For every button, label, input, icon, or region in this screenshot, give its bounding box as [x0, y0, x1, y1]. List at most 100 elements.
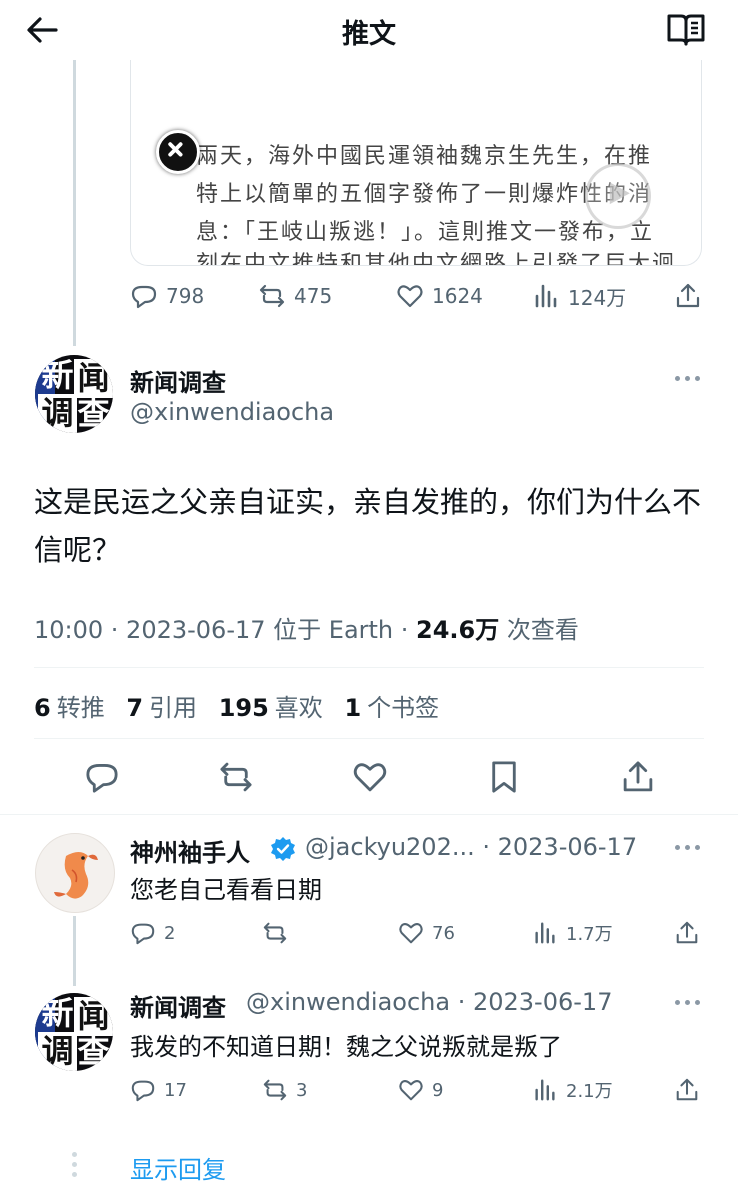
divider [34, 667, 704, 668]
retweet-button[interactable] [214, 755, 258, 799]
avatar-char: 查 [77, 394, 110, 432]
tweet-stats: 6 转推 7 引用 195 喜欢 1 个书签 [34, 688, 439, 723]
bookmark-icon [492, 761, 516, 793]
reply-author-name[interactable]: 神州袖手人 [130, 833, 250, 868]
avatar[interactable]: 新 闻 调 查 [35, 993, 113, 1071]
bookmark-stat[interactable]: 1 个书签 [344, 694, 439, 722]
views-chart-icon [535, 922, 555, 944]
author-name[interactable]: 新闻调查 [130, 363, 226, 398]
heart-icon [399, 1080, 423, 1101]
parent-action-bar: 798 475 1624 124万 [130, 276, 710, 316]
reply-author-handle[interactable]: @jackyu202... · 2023-06-17 [305, 833, 637, 861]
reply-button[interactable]: 17 [130, 1070, 187, 1110]
like-button[interactable]: 76 [398, 913, 455, 953]
reply-icon [131, 285, 157, 309]
tweet-meta: 10:00 · 2023-06-17 位于 Earth · 24.6万 次查看 [34, 610, 579, 645]
more-options-icon[interactable] [675, 998, 705, 1008]
avatar[interactable]: 新 闻 调 查 [35, 355, 113, 433]
avatar-char: 新 [41, 356, 74, 394]
avatar-char: 调 [38, 1032, 77, 1071]
retweet-icon [259, 284, 285, 308]
avatar-char: 查 [77, 1032, 110, 1070]
top-bar: 推文 [0, 0, 738, 60]
views-count: 1.7万 [566, 924, 613, 945]
play-icon[interactable] [585, 163, 651, 229]
divider [34, 738, 704, 739]
reply-icon [86, 764, 118, 793]
view-count: 24.6万 [416, 616, 500, 644]
verified-badge-icon [271, 837, 295, 861]
share-button[interactable] [674, 1070, 700, 1110]
tweet-time[interactable]: 10:00 · 2023-06-17 位于 Earth · [34, 616, 416, 644]
views-chart-icon [535, 284, 557, 308]
retweet-button[interactable] [262, 913, 296, 953]
like-button[interactable]: 1624 [396, 276, 483, 316]
page-title: 推文 [342, 19, 396, 50]
more-options-icon[interactable] [675, 843, 705, 853]
share-button[interactable] [674, 913, 700, 953]
views-count: 2.1万 [566, 1081, 613, 1102]
reply-button[interactable] [80, 755, 124, 799]
retweet-count: 475 [294, 284, 333, 308]
reader-mode-icon[interactable] [666, 12, 706, 48]
quote-stat[interactable]: 7 引用 [126, 694, 197, 722]
reply-button[interactable]: 2 [130, 913, 175, 953]
bookmark-button[interactable] [482, 755, 526, 799]
close-icon[interactable] [156, 130, 200, 174]
like-count: 76 [432, 922, 455, 944]
like-button[interactable]: 9 [398, 1070, 443, 1110]
reply-count: 798 [166, 284, 205, 308]
like-stat[interactable]: 195 喜欢 [219, 694, 323, 722]
main-action-bar [34, 755, 704, 799]
thread-line [73, 916, 76, 986]
koi-fish-icon [54, 852, 98, 899]
thread-dots [72, 1152, 77, 1182]
more-options-icon[interactable] [675, 374, 705, 384]
view-label: 次查看 [499, 616, 579, 644]
heart-icon [399, 923, 423, 944]
retweet-count: 3 [296, 1079, 308, 1101]
reply-button[interactable]: 798 [130, 276, 204, 316]
share-button[interactable] [616, 755, 660, 799]
retweet-button[interactable]: 475 [258, 276, 332, 316]
reply-count: 2 [164, 922, 176, 944]
show-replies-link[interactable]: 显示回复 [130, 1150, 226, 1185]
like-count: 1624 [432, 284, 483, 308]
avatar-char: 闻 [74, 359, 113, 398]
quoted-line: 刻在中文推特和其他中文網路上引發了巨大迴 [196, 252, 677, 266]
reply-text: 您老自己看看日期 [130, 876, 322, 904]
share-icon [676, 921, 698, 944]
views-button[interactable]: 1.7万 [532, 913, 613, 953]
views-count: 124万 [568, 285, 627, 310]
reply-author-handle[interactable]: @xinwendiaocha · 2023-06-17 [246, 988, 612, 1016]
tweet-text: 这是民运之父亲自证实，亲自发推的，你们为什么不信呢？ [34, 485, 702, 567]
reply-icon [131, 1080, 155, 1102]
avatar[interactable] [35, 833, 115, 913]
author-handle[interactable]: @xinwendiaocha [130, 398, 334, 426]
divider [0, 814, 738, 815]
reply-count: 17 [164, 1079, 187, 1101]
share-icon [676, 283, 700, 308]
retweet-icon [263, 922, 287, 944]
reply-action-bar: 2 76 1.7万 [130, 913, 710, 953]
retweet-icon [220, 762, 252, 792]
share-button[interactable] [674, 276, 702, 316]
retweet-stat[interactable]: 6 转推 [34, 694, 105, 722]
heart-icon [353, 763, 387, 792]
retweet-icon [263, 1079, 287, 1101]
like-count: 9 [432, 1079, 444, 1101]
avatar-char: 新 [41, 994, 74, 1032]
avatar-char: 闻 [74, 997, 113, 1036]
reply-action-bar: 17 3 9 2.1万 [130, 1070, 710, 1110]
heart-icon [397, 285, 423, 308]
retweet-button[interactable]: 3 [262, 1070, 307, 1110]
reply-author-name[interactable]: 新闻调查 [130, 988, 226, 1023]
views-chart-icon [535, 1079, 555, 1101]
views-button[interactable]: 2.1万 [532, 1070, 613, 1110]
thread-line [73, 60, 76, 346]
reply-text: 我发的不知道日期！魏之父说叛就是叛了 [130, 1033, 562, 1061]
like-button[interactable] [348, 755, 392, 799]
share-icon [676, 1078, 698, 1101]
share-icon [623, 761, 653, 792]
views-button[interactable]: 124万 [532, 276, 626, 316]
